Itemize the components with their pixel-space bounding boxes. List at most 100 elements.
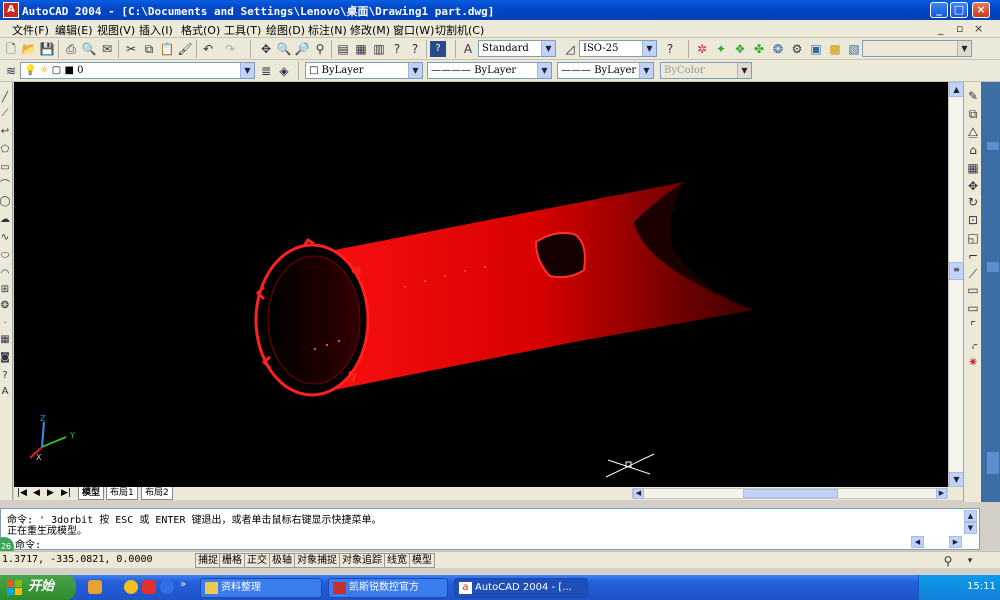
- polygon-icon[interactable]: ⬠: [0, 142, 12, 158]
- trim-icon[interactable]: ⌐: [965, 248, 981, 264]
- scroll-up-icon[interactable]: ▲: [949, 82, 964, 97]
- multiline-text-icon[interactable]: A: [0, 384, 12, 400]
- tool-palettes-icon[interactable]: ▥: [371, 41, 387, 57]
- open-file-icon[interactable]: 📂: [21, 41, 37, 57]
- grid-toggle[interactable]: 栅格: [219, 553, 245, 568]
- text-style-icon[interactable]: A: [460, 41, 476, 57]
- status-menu-arrow-icon[interactable]: ▾: [962, 553, 978, 569]
- help-icon-3[interactable]: ?: [662, 41, 678, 57]
- scroll-thumb[interactable]: ≡: [949, 262, 964, 280]
- lineweight-combo[interactable]: ——— ByLayer ▼: [557, 62, 654, 79]
- command-window[interactable]: 命令: '_3dorbit 按 ESC 或 ENTER 键退出，或者单击鼠标右键…: [0, 508, 980, 551]
- close-button[interactable]: ×: [972, 2, 990, 18]
- color-combo[interactable]: □ ByLayer ▼: [305, 62, 423, 79]
- break-icon[interactable]: ▭: [965, 282, 981, 298]
- region-icon[interactable]: ◙: [0, 350, 12, 366]
- make-current-layer-icon[interactable]: ≣: [258, 63, 274, 79]
- quicklaunch-app-4-icon[interactable]: [160, 580, 174, 594]
- maximize-button[interactable]: □: [950, 2, 968, 18]
- menu-file[interactable]: 文件(F): [12, 22, 49, 38]
- doc-minimize-button[interactable]: _: [938, 22, 944, 35]
- copy-icon[interactable]: ⧉: [141, 41, 157, 57]
- tab-nav-first[interactable]: |◀: [14, 487, 30, 500]
- print-icon[interactable]: ⎙: [63, 41, 79, 57]
- line-icon[interactable]: ╱: [0, 90, 12, 106]
- menu-window[interactable]: 窗口(W): [393, 22, 434, 38]
- chevron-down-icon[interactable]: ▼: [240, 63, 254, 78]
- otrack-toggle[interactable]: 对象追踪: [339, 553, 385, 568]
- stretch-icon[interactable]: ◱: [965, 230, 981, 246]
- empty-combo[interactable]: ▼: [862, 40, 972, 57]
- doc-restore-button[interactable]: ▫: [956, 22, 963, 35]
- menu-dimension[interactable]: 标注(N): [308, 22, 347, 38]
- cutter-tool-4-icon[interactable]: ✤: [751, 41, 767, 57]
- scroll-right-icon[interactable]: ▶: [936, 488, 947, 499]
- quicklaunch-app-2-icon[interactable]: [124, 580, 138, 594]
- cmd-scroll-up-icon[interactable]: ▲: [964, 510, 977, 522]
- cut-icon[interactable]: ✂: [123, 41, 139, 57]
- start-button[interactable]: 开始: [0, 575, 76, 600]
- mirror-icon[interactable]: ⧋: [965, 124, 981, 140]
- cutter-tool-9-icon[interactable]: ▧: [846, 41, 862, 57]
- menu-edit[interactable]: 编辑(E): [55, 22, 93, 38]
- horizontal-scroll-thumb[interactable]: [743, 489, 838, 498]
- osnap-toggle[interactable]: 对象捕捉: [294, 553, 340, 568]
- lineweight-toggle[interactable]: 线宽: [384, 553, 410, 568]
- zoom-realtime-icon[interactable]: 🔍: [276, 41, 292, 57]
- copy-object-icon[interactable]: ⧉: [965, 106, 981, 122]
- tab-nav-next[interactable]: ▶: [44, 487, 57, 500]
- quicklaunch-app-3-icon[interactable]: [142, 580, 156, 594]
- help-icon[interactable]: ?: [389, 41, 405, 57]
- communication-center-icon[interactable]: ⚲: [940, 553, 956, 569]
- pan-realtime-icon[interactable]: ✥: [258, 41, 274, 57]
- doc-close-button[interactable]: ×: [974, 22, 983, 35]
- cutter-tool-1-icon[interactable]: ✲: [694, 41, 710, 57]
- menu-tools[interactable]: 工具(T): [224, 22, 261, 38]
- chevron-down-icon[interactable]: ▼: [408, 63, 422, 78]
- minimize-button[interactable]: _: [930, 2, 948, 18]
- command-prompt[interactable]: 命令:: [15, 536, 41, 551]
- dim-style-combo[interactable]: ISO-25 ▼: [579, 40, 657, 57]
- ellipse-icon[interactable]: ⬭: [0, 248, 12, 264]
- layer-combo[interactable]: 💡 ☼ ▢ ■ 0 ▼: [20, 62, 255, 79]
- fillet-icon[interactable]: ⌌: [965, 336, 981, 352]
- tab-model[interactable]: 模型: [78, 487, 105, 500]
- chevron-down-icon[interactable]: ▼: [639, 63, 653, 78]
- erase-icon[interactable]: ✎: [965, 88, 981, 104]
- save-icon[interactable]: 💾: [39, 41, 55, 57]
- cmd-scroll-right-icon[interactable]: ▶: [949, 536, 962, 548]
- insert-block-icon[interactable]: ⊞: [0, 282, 12, 298]
- linetype-combo[interactable]: ———— ByLayer ▼: [427, 62, 552, 79]
- ortho-toggle[interactable]: 正交: [244, 553, 270, 568]
- menu-draw[interactable]: 绘图(D): [266, 22, 305, 38]
- circle-icon[interactable]: ◯: [0, 194, 12, 210]
- chamfer-icon[interactable]: ⌜: [965, 318, 981, 334]
- vertical-scrollbar[interactable]: ▲ ≡ ▼: [948, 82, 964, 487]
- cutter-tool-3-icon[interactable]: ❖: [732, 41, 748, 57]
- array-icon[interactable]: ▦: [965, 160, 981, 176]
- text-style-combo[interactable]: Standard ▼: [478, 40, 556, 57]
- zoom-previous-icon[interactable]: ⚲: [312, 41, 328, 57]
- explode-icon[interactable]: ✷: [965, 354, 981, 370]
- menu-format[interactable]: 格式(O): [181, 22, 220, 38]
- design-center-icon[interactable]: ▦: [353, 41, 369, 57]
- offset-icon[interactable]: ⌂: [965, 142, 981, 158]
- revision-cloud-icon[interactable]: ☁: [0, 212, 12, 228]
- zoom-window-icon[interactable]: 🔎: [294, 41, 310, 57]
- rotate-icon[interactable]: ↻: [965, 194, 981, 210]
- properties-icon[interactable]: ▤: [335, 41, 351, 57]
- redo-icon[interactable]: ↷: [222, 41, 238, 57]
- quicklaunch-more[interactable]: »: [180, 579, 186, 590]
- table-icon[interactable]: ?: [0, 368, 12, 384]
- paste-icon[interactable]: 📋: [159, 41, 175, 57]
- scroll-down-icon[interactable]: ▼: [949, 472, 964, 487]
- tab-layout2[interactable]: 布局2: [141, 487, 173, 500]
- spline-icon[interactable]: ∿: [0, 230, 12, 246]
- hatch-icon[interactable]: ▦: [0, 332, 12, 348]
- rectangle-icon[interactable]: ▭: [0, 160, 12, 176]
- cmd-scroll-left-icon[interactable]: ◀: [911, 536, 924, 548]
- menu-insert[interactable]: 插入(I): [139, 22, 173, 38]
- taskbar-item-browser[interactable]: 凯斯锐数控官方: [328, 578, 448, 598]
- arc-icon[interactable]: ⌒: [0, 178, 12, 194]
- taskbar-item-autocad[interactable]: a AutoCAD 2004 - [...: [454, 578, 588, 598]
